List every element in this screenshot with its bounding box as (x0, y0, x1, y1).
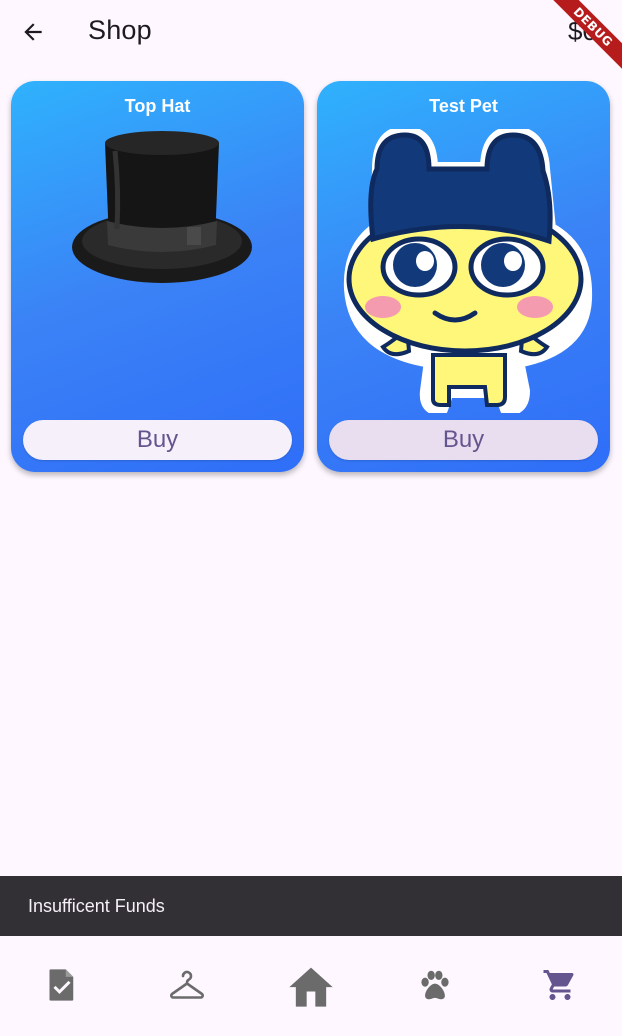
item-name: Test Pet (429, 96, 498, 116)
arrow-back-icon (24, 23, 42, 41)
top-hat-image (72, 131, 252, 283)
paw-icon (421, 970, 450, 1000)
buy-button[interactable]: Buy (23, 420, 292, 460)
balance-label: $0 (568, 16, 597, 46)
task-check-icon (49, 969, 74, 1001)
nav-shop[interactable] (498, 936, 622, 1036)
shopping-cart-icon (543, 970, 574, 1000)
snackbar-message: Insufficent Funds (28, 895, 165, 916)
item-name: Top Hat (124, 96, 191, 116)
buy-button[interactable]: Buy (329, 420, 598, 460)
shop-item-card: Test Pet Buy (317, 81, 610, 472)
back-button[interactable] (13, 12, 53, 52)
bottom-navigation-bar (0, 936, 622, 1036)
page-title: Shop (88, 15, 152, 45)
snackbar: Insufficent Funds (0, 876, 622, 936)
nav-wardrobe[interactable] (124, 936, 248, 1036)
nav-home[interactable] (249, 936, 373, 1036)
nav-pets[interactable] (373, 936, 497, 1036)
nav-tasks[interactable] (0, 936, 124, 1036)
pet-character-image (343, 129, 593, 413)
app-bar: Shop $0 DEBUG (0, 0, 622, 80)
hanger-icon (169, 970, 204, 999)
shop-item-card: Top Hat Buy (11, 81, 304, 472)
home-icon (289, 967, 333, 1007)
